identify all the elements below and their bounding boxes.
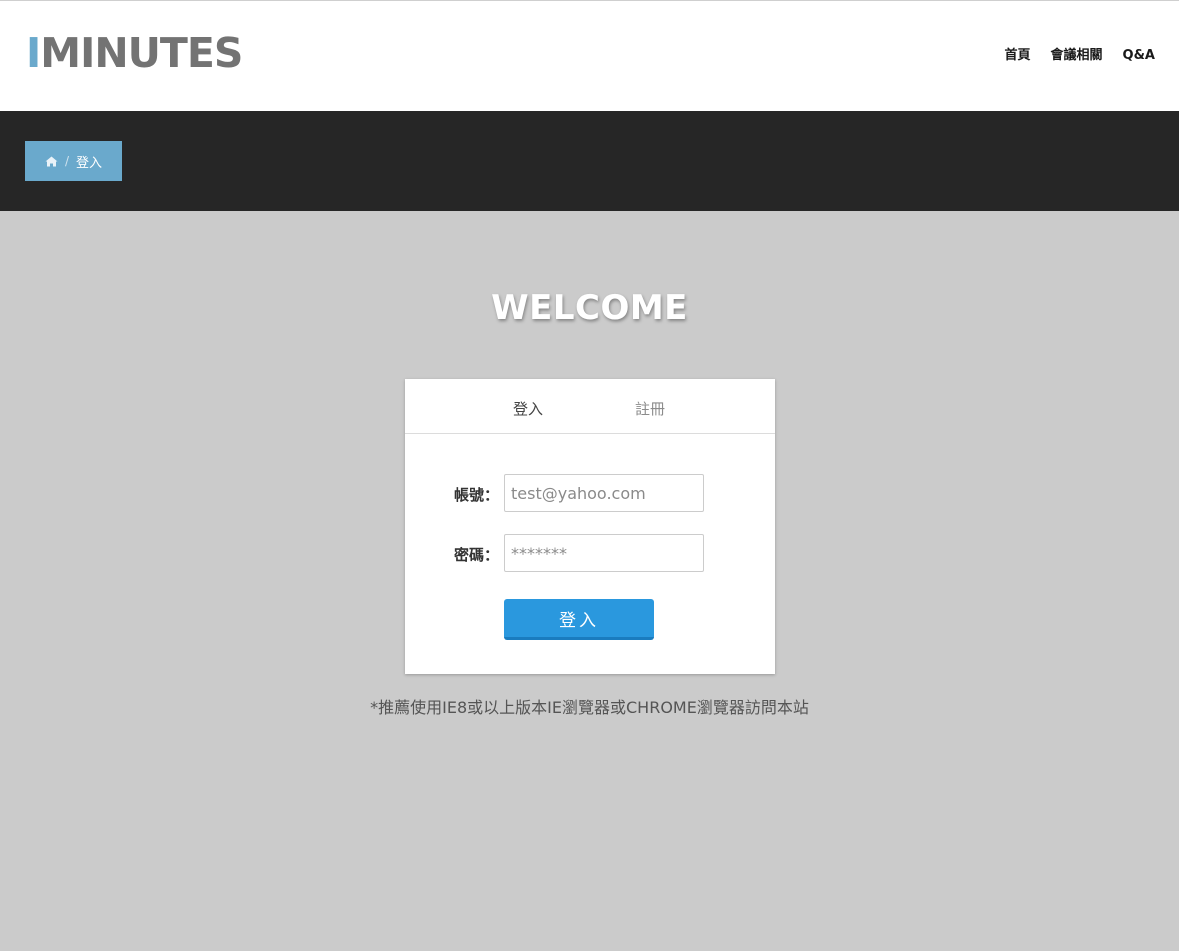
password-row: 密碼： [405,534,775,572]
login-card: 登入 註冊 帳號： 密碼： 登入 [405,379,775,674]
breadcrumb-bar: / 登入 [0,111,1179,211]
breadcrumb-current: 登入 [76,155,103,171]
password-input[interactable] [504,534,704,572]
breadcrumb-separator: / [65,154,70,168]
tab-register[interactable]: 註冊 [635,399,665,419]
welcome-heading: WELCOME [491,288,688,328]
nav-link-meetings[interactable]: 會議相關 [1051,47,1103,65]
nav-link-home[interactable]: 首頁 [1005,47,1031,65]
account-input[interactable] [504,474,704,512]
login-tabs: 登入 註冊 [405,379,775,434]
account-row: 帳號： [405,474,775,512]
main-nav: 首頁 會議相關 Q&A [1005,47,1155,65]
tab-login[interactable]: 登入 [513,399,543,419]
login-button[interactable]: 登入 [504,599,654,640]
password-label: 密碼： [453,546,499,564]
site-header: IMINUTES 首頁 會議相關 Q&A [0,0,1179,111]
home-icon[interactable] [45,156,58,167]
logo-accent-letter: I [26,29,41,77]
breadcrumb: / 登入 [25,141,123,181]
nav-link-qa[interactable]: Q&A [1123,47,1155,65]
logo-text: MINUTES [40,29,243,77]
browser-recommendation-note: *推薦使用IE8或以上版本IE瀏覽器或CHROME瀏覽器訪問本站 [370,698,809,717]
account-label: 帳號： [453,486,499,504]
site-logo[interactable]: IMINUTES [26,29,243,77]
